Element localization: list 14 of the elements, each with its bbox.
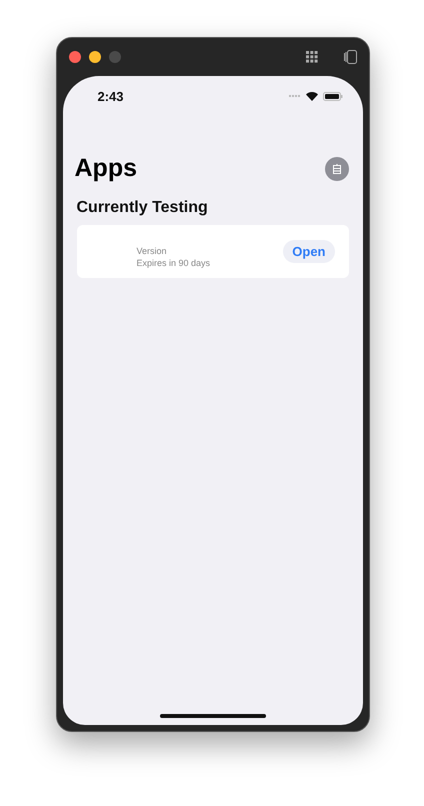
wifi-icon	[306, 92, 318, 100]
open-button[interactable]: Open	[283, 240, 334, 263]
expiry-label: Expires in 90 days	[136, 256, 212, 268]
page-title: Apps	[74, 154, 137, 183]
version-label: Version	[136, 244, 168, 256]
minimize-button[interactable]	[88, 51, 100, 63]
account-button[interactable]	[324, 156, 348, 180]
battery-icon	[322, 92, 342, 100]
grid-icon[interactable]	[306, 51, 318, 63]
section-title: Currently Testing	[76, 199, 209, 217]
rotate-icon[interactable]	[344, 50, 356, 64]
close-button[interactable]	[68, 51, 80, 63]
account-icon	[332, 164, 340, 174]
status-time: 2:43	[98, 88, 124, 104]
